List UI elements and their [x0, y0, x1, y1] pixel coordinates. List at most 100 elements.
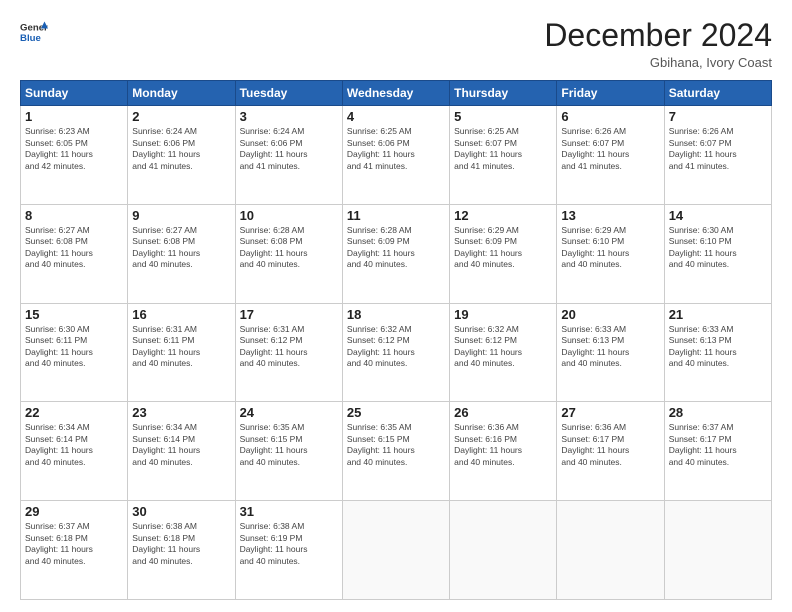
day-number: 25 — [347, 405, 445, 420]
day-number: 12 — [454, 208, 552, 223]
logo-icon: General Blue — [20, 18, 48, 46]
day-info: Sunrise: 6:24 AMSunset: 6:06 PMDaylight:… — [240, 126, 338, 172]
day-info: Sunrise: 6:28 AMSunset: 6:08 PMDaylight:… — [240, 225, 338, 271]
table-row: 28 Sunrise: 6:37 AMSunset: 6:17 PMDayligh… — [664, 402, 771, 501]
col-thursday: Thursday — [450, 81, 557, 106]
day-info: Sunrise: 6:36 AMSunset: 6:16 PMDaylight:… — [454, 422, 552, 468]
table-row: 1Sunrise: 6:23 AMSunset: 6:05 PMDaylight… — [21, 106, 128, 205]
day-number: 3 — [240, 109, 338, 124]
table-row: 11Sunrise: 6:28 AMSunset: 6:09 PMDayligh… — [342, 204, 449, 303]
page: General Blue December 2024 Gbihana, Ivor… — [0, 0, 792, 612]
table-row: 6Sunrise: 6:26 AMSunset: 6:07 PMDaylight… — [557, 106, 664, 205]
day-number: 11 — [347, 208, 445, 223]
table-row: 5Sunrise: 6:25 AMSunset: 6:07 PMDaylight… — [450, 106, 557, 205]
day-number: 30 — [132, 504, 230, 519]
day-info: Sunrise: 6:29 AMSunset: 6:10 PMDaylight:… — [561, 225, 659, 271]
header: General Blue December 2024 Gbihana, Ivor… — [20, 18, 772, 70]
day-info: Sunrise: 6:32 AMSunset: 6:12 PMDaylight:… — [454, 324, 552, 370]
table-row: 24 Sunrise: 6:35 AMSunset: 6:15 PMDayligh… — [235, 402, 342, 501]
day-info: Sunrise: 6:38 AMSunset: 6:19 PMDaylight:… — [240, 521, 338, 567]
table-row: 20Sunrise: 6:33 AMSunset: 6:13 PMDayligh… — [557, 303, 664, 402]
location: Gbihana, Ivory Coast — [544, 55, 772, 70]
col-monday: Monday — [128, 81, 235, 106]
day-number: 13 — [561, 208, 659, 223]
day-info: Sunrise: 6:32 AMSunset: 6:12 PMDaylight:… — [347, 324, 445, 370]
day-info: Sunrise: 6:35 AMSunset: 6:15 PMDaylight:… — [347, 422, 445, 468]
table-row — [557, 501, 664, 600]
day-info: Sunrise: 6:37 AMSunset: 6:18 PMDaylight:… — [25, 521, 123, 567]
day-number: 9 — [132, 208, 230, 223]
col-wednesday: Wednesday — [342, 81, 449, 106]
day-number: 5 — [454, 109, 552, 124]
col-tuesday: Tuesday — [235, 81, 342, 106]
day-number: 31 — [240, 504, 338, 519]
calendar-table: Sunday Monday Tuesday Wednesday Thursday… — [20, 80, 772, 600]
day-number: 17 — [240, 307, 338, 322]
day-info: Sunrise: 6:34 AMSunset: 6:14 PMDaylight:… — [25, 422, 123, 468]
table-row: 31 Sunrise: 6:38 AMSunset: 6:19 PMDayligh… — [235, 501, 342, 600]
day-number: 27 — [561, 405, 659, 420]
day-info: Sunrise: 6:37 AMSunset: 6:17 PMDaylight:… — [669, 422, 767, 468]
table-row: 22Sunrise: 6:34 AMSunset: 6:14 PMDayligh… — [21, 402, 128, 501]
svg-text:Blue: Blue — [20, 33, 41, 44]
day-number: 14 — [669, 208, 767, 223]
day-number: 19 — [454, 307, 552, 322]
table-row: 15 Sunrise: 6:30 AMSunset: 6:11 PMDayligh… — [21, 303, 128, 402]
day-info: Sunrise: 6:35 AMSunset: 6:15 PMDaylight:… — [240, 422, 338, 468]
day-number: 8 — [25, 208, 123, 223]
day-number: 24 — [240, 405, 338, 420]
day-info: Sunrise: 6:36 AMSunset: 6:17 PMDaylight:… — [561, 422, 659, 468]
day-info: Sunrise: 6:29 AMSunset: 6:09 PMDaylight:… — [454, 225, 552, 271]
table-row: 8 Sunrise: 6:27 AMSunset: 6:08 PMDaylight… — [21, 204, 128, 303]
col-sunday: Sunday — [21, 81, 128, 106]
table-row: 29 Sunrise: 6:37 AMSunset: 6:18 PMDayligh… — [21, 501, 128, 600]
table-row: 19 Sunrise: 6:32 AMSunset: 6:12 PMDayligh… — [450, 303, 557, 402]
table-row: 27 Sunrise: 6:36 AMSunset: 6:17 PMDayligh… — [557, 402, 664, 501]
table-row: 30Sunrise: 6:38 AMSunset: 6:18 PMDayligh… — [128, 501, 235, 600]
table-row: 4Sunrise: 6:25 AMSunset: 6:06 PMDaylight… — [342, 106, 449, 205]
table-row: 23 Sunrise: 6:34 AMSunset: 6:14 PMDayligh… — [128, 402, 235, 501]
day-info: Sunrise: 6:25 AMSunset: 6:06 PMDaylight:… — [347, 126, 445, 172]
table-row: 17 Sunrise: 6:31 AMSunset: 6:12 PMDayligh… — [235, 303, 342, 402]
day-info: Sunrise: 6:33 AMSunset: 6:13 PMDaylight:… — [561, 324, 659, 370]
day-info: Sunrise: 6:30 AMSunset: 6:11 PMDaylight:… — [25, 324, 123, 370]
day-number: 16 — [132, 307, 230, 322]
day-info: Sunrise: 6:31 AMSunset: 6:12 PMDaylight:… — [240, 324, 338, 370]
table-row: 7 Sunrise: 6:26 AMSunset: 6:07 PMDaylight… — [664, 106, 771, 205]
table-row: 14 Sunrise: 6:30 AMSunset: 6:10 PMDayligh… — [664, 204, 771, 303]
table-row: 13 Sunrise: 6:29 AMSunset: 6:10 PMDayligh… — [557, 204, 664, 303]
calendar-week-row: 29 Sunrise: 6:37 AMSunset: 6:18 PMDayligh… — [21, 501, 772, 600]
table-row: 2Sunrise: 6:24 AMSunset: 6:06 PMDaylight… — [128, 106, 235, 205]
table-row: 18 Sunrise: 6:32 AMSunset: 6:12 PMDayligh… — [342, 303, 449, 402]
col-saturday: Saturday — [664, 81, 771, 106]
month-title: December 2024 — [544, 18, 772, 53]
calendar-header-row: Sunday Monday Tuesday Wednesday Thursday… — [21, 81, 772, 106]
day-number: 28 — [669, 405, 767, 420]
day-info: Sunrise: 6:31 AMSunset: 6:11 PMDaylight:… — [132, 324, 230, 370]
day-info: Sunrise: 6:34 AMSunset: 6:14 PMDaylight:… — [132, 422, 230, 468]
day-number: 29 — [25, 504, 123, 519]
day-number: 18 — [347, 307, 445, 322]
table-row — [664, 501, 771, 600]
table-row: 16 Sunrise: 6:31 AMSunset: 6:11 PMDayligh… — [128, 303, 235, 402]
logo: General Blue — [20, 18, 48, 46]
day-number: 10 — [240, 208, 338, 223]
table-row: 9Sunrise: 6:27 AMSunset: 6:08 PMDaylight… — [128, 204, 235, 303]
table-row: 26Sunrise: 6:36 AMSunset: 6:16 PMDayligh… — [450, 402, 557, 501]
day-info: Sunrise: 6:30 AMSunset: 6:10 PMDaylight:… — [669, 225, 767, 271]
table-row — [450, 501, 557, 600]
day-number: 6 — [561, 109, 659, 124]
day-number: 7 — [669, 109, 767, 124]
day-number: 1 — [25, 109, 123, 124]
table-row: 25 Sunrise: 6:35 AMSunset: 6:15 PMDayligh… — [342, 402, 449, 501]
day-number: 21 — [669, 307, 767, 322]
calendar-week-row: 1Sunrise: 6:23 AMSunset: 6:05 PMDaylight… — [21, 106, 772, 205]
table-row: 3 Sunrise: 6:24 AMSunset: 6:06 PMDaylight… — [235, 106, 342, 205]
table-row: 21Sunrise: 6:33 AMSunset: 6:13 PMDayligh… — [664, 303, 771, 402]
day-number: 23 — [132, 405, 230, 420]
day-number: 15 — [25, 307, 123, 322]
day-info: Sunrise: 6:26 AMSunset: 6:07 PMDaylight:… — [669, 126, 767, 172]
day-info: Sunrise: 6:27 AMSunset: 6:08 PMDaylight:… — [25, 225, 123, 271]
title-block: December 2024 Gbihana, Ivory Coast — [544, 18, 772, 70]
table-row: 12 Sunrise: 6:29 AMSunset: 6:09 PMDayligh… — [450, 204, 557, 303]
